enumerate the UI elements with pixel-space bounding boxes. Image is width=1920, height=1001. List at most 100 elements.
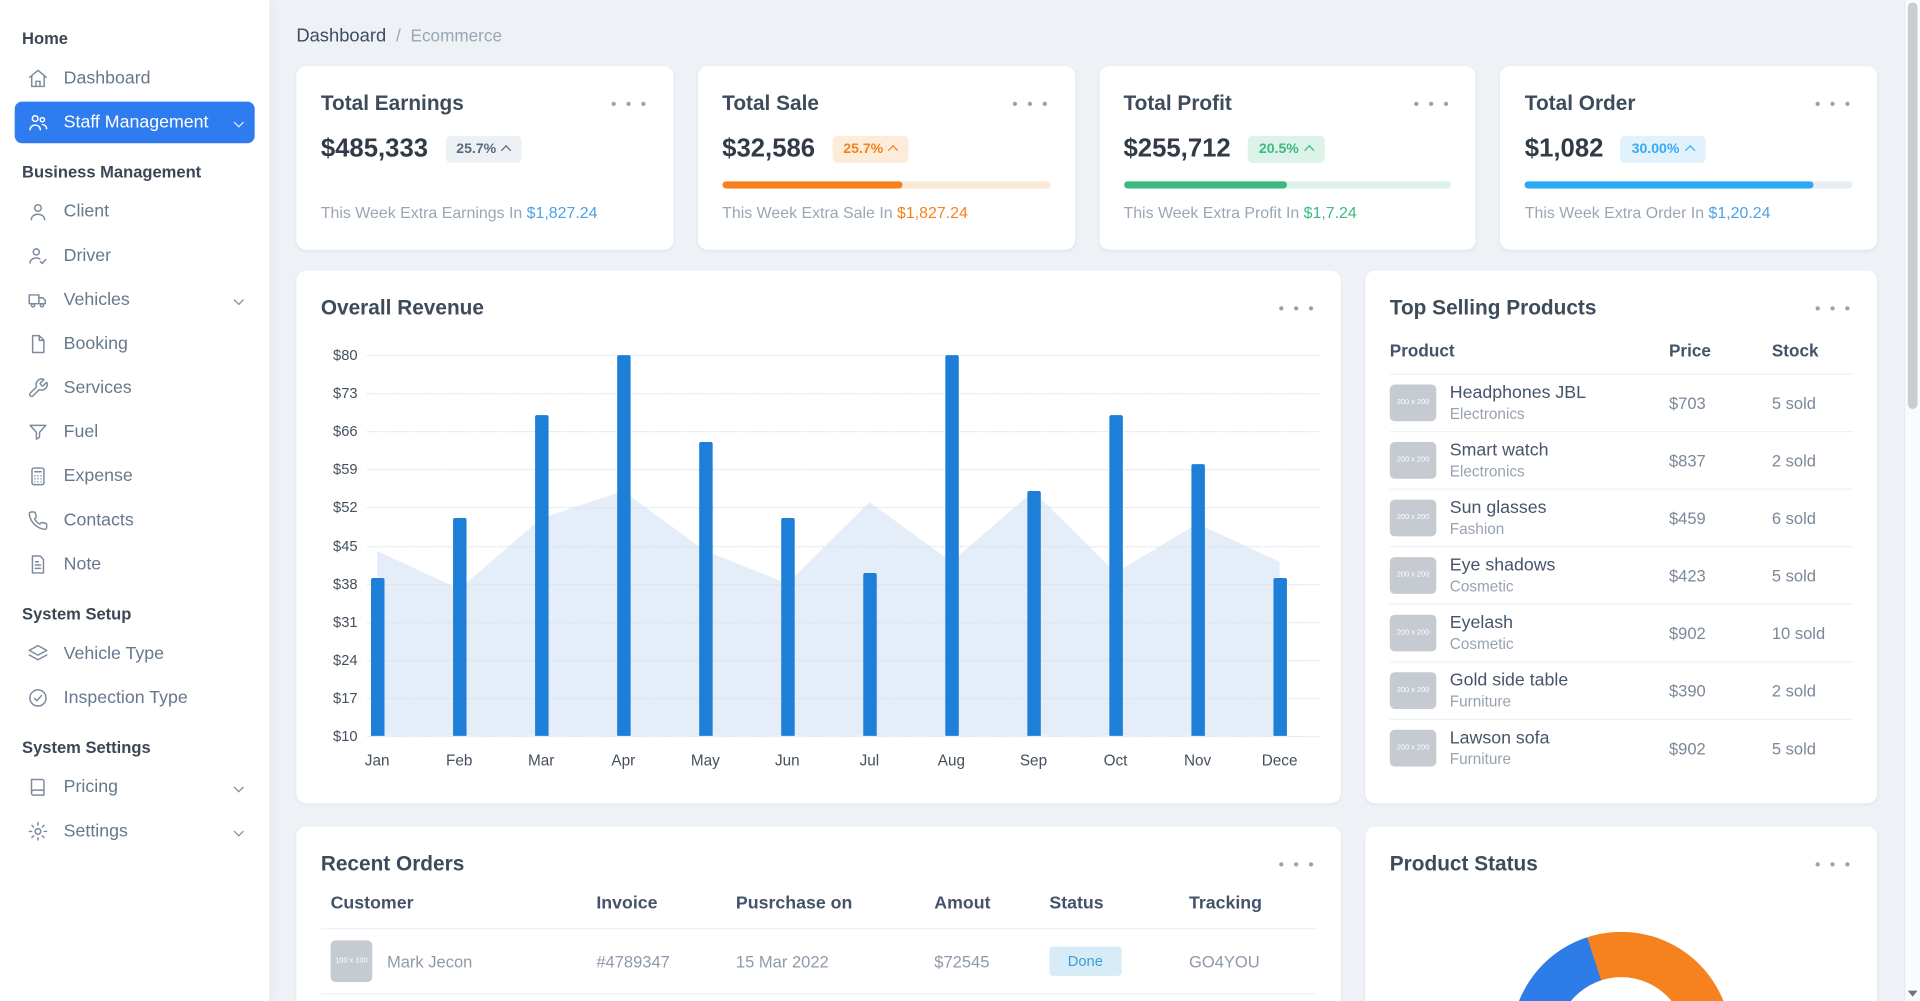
sidebar-item-label: Expense: [64, 467, 133, 487]
sidebar-item-driver[interactable]: Driver: [15, 235, 255, 277]
card-header: Overall Revenue • • •: [321, 295, 1317, 321]
stat-value: $255,712: [1123, 135, 1230, 164]
revenue-bar-sep[interactable]: [1027, 491, 1040, 736]
sidebar-item-dashboard[interactable]: Dashboard: [15, 58, 255, 100]
revenue-bar-oct[interactable]: [1109, 415, 1122, 736]
customer-avatar: 100 x 100: [331, 940, 373, 982]
contacts-icon: [27, 509, 49, 531]
bottom-row: Recent Orders • • • CustomerInvoicePusrc…: [296, 827, 1877, 1001]
settings-icon: [27, 820, 49, 842]
scroll-down-arrow-icon[interactable]: [1908, 991, 1918, 997]
stat-progress-fill: [722, 181, 902, 188]
stat-footer-amount[interactable]: $1,20.24: [1709, 203, 1771, 221]
stat-footer: This Week Extra Profit In $1,7.24: [1123, 203, 1451, 221]
vehicles-icon: [27, 289, 49, 311]
sidebar-item-vehicle-type[interactable]: Vehicle Type: [15, 633, 255, 675]
sidebar-item-note[interactable]: Note: [15, 544, 255, 586]
stat-badge-label: 25.7%: [456, 142, 496, 157]
order-purchase-date: 15 Mar 2022: [736, 952, 934, 970]
services-icon: [27, 377, 49, 399]
product-name: Smart watch: [1450, 441, 1549, 461]
stat-card-title: Total Sale: [722, 91, 819, 115]
product-row-sun-glasses: 200 x 200Sun glassesFashion$4596 sold: [1390, 490, 1853, 548]
x-axis-label: Mar: [528, 752, 554, 769]
sidebar-section-header-business-management: Business Management: [22, 163, 247, 181]
product-text: Headphones JBLElectronics: [1450, 383, 1586, 422]
orders-menu-button[interactable]: • • •: [1269, 851, 1317, 877]
product-text: Smart watchElectronics: [1450, 441, 1549, 480]
stat-card-menu-button[interactable]: • • •: [1002, 91, 1050, 117]
stat-card-menu-button[interactable]: • • •: [1805, 91, 1853, 117]
stat-footer: This Week Extra Order In $1,20.24: [1525, 203, 1853, 221]
card-header: Product Status • • •: [1390, 851, 1853, 877]
product-stock: 2 sold: [1772, 681, 1853, 699]
main-content: Dashboard / Ecommerce Total Earnings• • …: [269, 0, 1904, 1001]
revenue-bar-aug[interactable]: [945, 355, 958, 736]
stat-footer-amount[interactable]: $1,7.24: [1304, 203, 1357, 221]
sidebar-item-fuel[interactable]: Fuel: [15, 411, 255, 453]
product-thumbnail: 200 x 200: [1390, 557, 1437, 594]
product-row-eye-shadows: 200 x 200Eye shadowsCosmetic$4235 sold: [1390, 547, 1853, 605]
sidebar-item-vehicles[interactable]: Vehicles: [15, 279, 255, 321]
revenue-bar-dece[interactable]: [1273, 578, 1286, 736]
stat-footer-amount[interactable]: $1,827.24: [527, 203, 598, 221]
chevron-down-icon: [234, 117, 244, 127]
y-axis-label: $10: [321, 727, 358, 744]
product-stock: 2 sold: [1772, 451, 1853, 469]
breadcrumb-dashboard[interactable]: Dashboard: [296, 25, 386, 46]
product-row-gold-side-table: 200 x 200Gold side tableFurniture$3902 s…: [1390, 662, 1853, 720]
sidebar-item-client[interactable]: Client: [15, 191, 255, 233]
sidebar-item-services[interactable]: Services: [15, 367, 255, 409]
sidebar-item-settings[interactable]: Settings: [15, 811, 255, 853]
card-header: Total Profit• • •: [1123, 91, 1451, 117]
revenue-bar-apr[interactable]: [617, 355, 630, 736]
products-column-product: Product: [1390, 340, 1669, 360]
stat-card-menu-button[interactable]: • • •: [1404, 91, 1452, 117]
card-header: Top Selling Products • • •: [1390, 295, 1853, 321]
card-header: Total Earnings• • •: [321, 91, 649, 117]
product-stock: 6 sold: [1772, 509, 1853, 527]
sidebar-item-expense[interactable]: Expense: [15, 456, 255, 498]
stat-badge-label: 25.7%: [843, 142, 883, 157]
sidebar-item-staff-management[interactable]: Staff Management: [15, 102, 255, 144]
status-menu-button[interactable]: • • •: [1805, 851, 1853, 877]
order-invoice: #4789347: [596, 952, 736, 970]
middle-row: Overall Revenue • • • JanFebMarAprMayJun…: [296, 271, 1877, 804]
sidebar-item-inspection-type[interactable]: Inspection Type: [15, 677, 255, 719]
overall-revenue-card: Overall Revenue • • • JanFebMarAprMayJun…: [296, 271, 1340, 804]
product-name: Lawson sofa: [1450, 729, 1550, 749]
products-menu-button[interactable]: • • •: [1805, 295, 1853, 321]
card-header: Recent Orders • • •: [321, 851, 1317, 877]
sidebar-item-booking[interactable]: Booking: [15, 323, 255, 365]
sidebar-item-pricing[interactable]: Pricing: [15, 767, 255, 809]
scrollbar-thumb[interactable]: [1908, 2, 1918, 409]
revenue-bar-mar[interactable]: [534, 415, 547, 736]
product-category: Fashion: [1450, 520, 1547, 537]
chevron-up-icon: [1684, 145, 1694, 155]
product-cell: 200 x 200Sun glassesFashion: [1390, 498, 1669, 537]
sidebar-item-contacts[interactable]: Contacts: [15, 500, 255, 542]
revenue-chart: JanFebMarAprMayJunJulAugSepOctNovDece$80…: [321, 355, 1317, 784]
revenue-bar-feb[interactable]: [452, 518, 465, 736]
revenue-bar-jan[interactable]: [370, 578, 383, 736]
product-cell: 200 x 200Lawson sofaFurniture: [1390, 729, 1669, 768]
revenue-bar-may[interactable]: [699, 442, 712, 736]
product-price: $703: [1669, 394, 1772, 412]
product-status-donut: [1511, 932, 1731, 1001]
y-axis-label: $66: [321, 423, 358, 440]
x-axis-label: Sep: [1020, 752, 1047, 769]
revenue-menu-button[interactable]: • • •: [1269, 295, 1317, 321]
top-selling-products-card: Top Selling Products • • • ProductPriceS…: [1365, 271, 1877, 804]
revenue-bar-jun[interactable]: [781, 518, 794, 736]
y-axis-label: $52: [321, 499, 358, 516]
note-icon: [27, 553, 49, 575]
revenue-bar-nov[interactable]: [1191, 464, 1204, 736]
breadcrumb-ecommerce: Ecommerce: [411, 26, 502, 46]
fuel-icon: [27, 421, 49, 443]
stat-card-menu-button[interactable]: • • •: [601, 91, 649, 117]
x-axis-label: Aug: [938, 752, 965, 769]
revenue-bar-jul[interactable]: [863, 573, 876, 736]
product-row-lawson-sofa: 200 x 200Lawson sofaFurniture$9025 sold: [1390, 720, 1853, 776]
stat-footer-amount[interactable]: $1,827.24: [897, 203, 968, 221]
app-window: HomeDashboardStaff ManagementBusiness Ma…: [0, 0, 1920, 1001]
